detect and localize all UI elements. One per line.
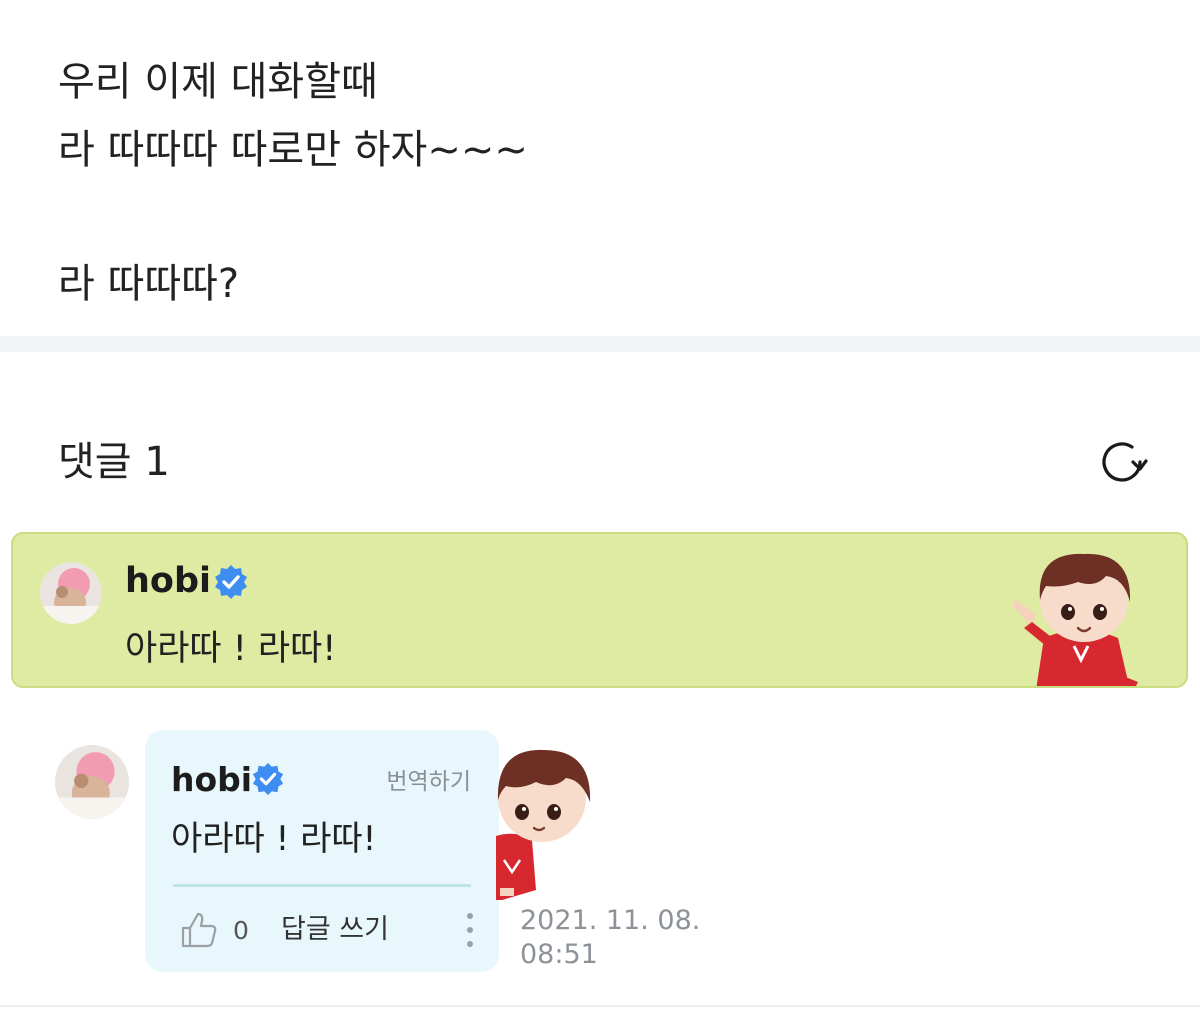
refresh-icon: [1102, 442, 1148, 482]
comment-timestamp: 2021. 11. 08. 08:51: [520, 904, 700, 972]
reply-avatar[interactable]: [55, 745, 129, 819]
comment-author[interactable]: hobi: [171, 758, 252, 802]
more-options-button[interactable]: [461, 910, 479, 950]
section-divider: [0, 336, 1200, 352]
like-count: 0: [233, 916, 249, 945]
comments-count-title: 댓글 1: [58, 439, 170, 485]
comment-page: 우리 이제 대화할때 라 따따따 따로만 하자~~~ 라 따따따? 댓글 1 h…: [0, 0, 1200, 1009]
timestamp-date: 2021. 11. 08.: [520, 905, 701, 936]
avatar: [55, 745, 129, 819]
avatar[interactable]: [40, 562, 102, 624]
thumbs-up-icon: [181, 912, 217, 948]
post-line: 라 따따따?: [58, 261, 240, 307]
pinned-comment: hobi 아라따 ! 라따!: [11, 532, 1188, 688]
character-sticker: [1012, 553, 1138, 686]
bottom-divider: [0, 1005, 1200, 1007]
comment-text: 아라따 ! 라따!: [125, 629, 337, 669]
verified-badge-icon: [252, 762, 284, 796]
write-reply-button[interactable]: 답글 쓰기: [281, 912, 389, 948]
post-spacer: [58, 184, 1158, 250]
bubble-divider: [173, 884, 471, 887]
character-sticker: [496, 749, 591, 900]
avatar-image: [55, 745, 129, 819]
reply-comment-bubble: hobi 번역하기 아라따 ! 라따! 0 답글 쓰기: [145, 730, 499, 972]
comments-header: 댓글 1: [58, 436, 1148, 488]
more-vertical-icon: [467, 913, 473, 947]
verified-badge-icon: [215, 565, 247, 599]
timestamp-time: 08:51: [520, 939, 598, 970]
post-line: 우리 이제 대화할때: [58, 59, 378, 105]
comment-text: 아라따 ! 라따!: [171, 819, 377, 859]
like-button[interactable]: [179, 910, 219, 950]
comment-author[interactable]: hobi: [125, 558, 211, 604]
refresh-button[interactable]: [1096, 436, 1148, 488]
post-line: 라 따따따 따로만 하자~~~: [58, 127, 528, 173]
avatar-image: [40, 562, 102, 624]
translate-button[interactable]: 번역하기: [386, 762, 471, 796]
post-body: 우리 이제 대화할때 라 따따따 따로만 하자~~~ 라 따따따?: [58, 48, 1158, 318]
